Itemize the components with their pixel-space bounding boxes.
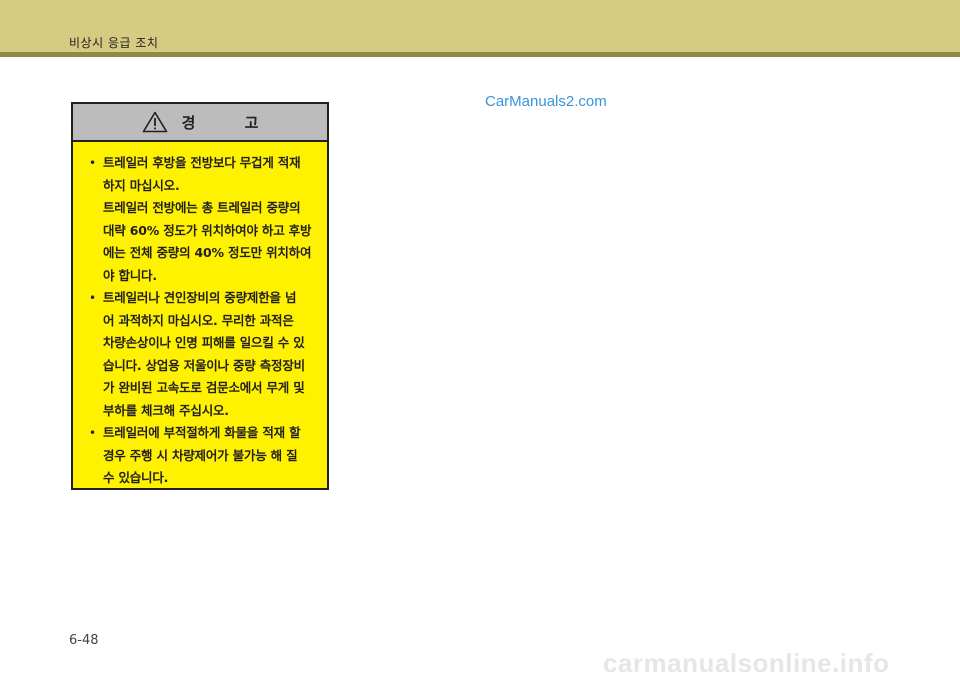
header-rule bbox=[0, 52, 960, 57]
warning-item: • 트레일러나 견인장비의 중량제한을 넘 어 과적하지 마십시오. 무리한 과… bbox=[89, 287, 319, 422]
site-watermark: CarManuals2.com bbox=[485, 93, 607, 110]
footer-watermark: carmanualsonline.info bbox=[603, 648, 890, 678]
warning-line: 대략 60% 정도가 위치하여야 하고 후방 bbox=[103, 222, 312, 238]
warning-line: 트레일러 후방을 전방보다 무겁게 적재 bbox=[103, 155, 301, 170]
warning-line: 야 합니다. bbox=[103, 267, 157, 283]
warning-line: 가 완비된 고속도로 검문소에서 무게 및 bbox=[103, 380, 305, 395]
warning-line: 하지 마십시오. bbox=[103, 177, 180, 193]
warning-line: 트레일러에 부적절하게 화물을 적재 할 bbox=[103, 425, 301, 440]
warning-line: 부하를 체크해 주십시오. bbox=[103, 402, 229, 418]
warning-line: 수 있습니다. bbox=[103, 470, 169, 485]
warning-item: • 트레일러에 부적절하게 화물을 적재 할 경우 주행 시 차량제어가 불가능… bbox=[89, 422, 319, 490]
page-number: 6-48 bbox=[69, 633, 99, 648]
warning-line: 차량손상이나 인명 피해를 일으킬 수 있 bbox=[103, 335, 305, 350]
warning-body: • 트레일러 후방을 전방보다 무겁게 적재 하지 마십시오. 트레일러 전방에… bbox=[73, 142, 327, 490]
warning-line: 트레일러나 견인장비의 중량제한을 넘 bbox=[103, 290, 297, 305]
section-title: 비상시 응급 조치 bbox=[69, 36, 159, 50]
warning-line: 경우 주행 시 차량제어가 불가능 해 질 bbox=[103, 447, 298, 463]
warning-box: 경 고 • 트레일러 후방을 전방보다 무겁게 적재 하지 마십시오. 트레일러… bbox=[71, 102, 329, 490]
warning-line: 에는 전체 중량의 40% 정도만 위치하여 bbox=[103, 245, 312, 260]
warning-title: 경 고 bbox=[181, 113, 281, 132]
warning-triangle-icon bbox=[142, 111, 167, 133]
warning-header: 경 고 bbox=[73, 104, 327, 142]
warning-line: 습니다. 상업용 저울이나 중량 측정장비 bbox=[103, 357, 305, 373]
warning-item: • 트레일러 후방을 전방보다 무겁게 적재 하지 마십시오. 트레일러 전방에… bbox=[89, 152, 319, 287]
warning-line: 어 과적하지 마십시오. 무리한 과적은 bbox=[103, 312, 294, 328]
bullet: • bbox=[89, 291, 97, 305]
bullet: • bbox=[89, 156, 97, 170]
warning-line: 트레일러 전방에는 총 트레일러 중량의 bbox=[103, 200, 301, 215]
bullet: • bbox=[89, 426, 97, 440]
